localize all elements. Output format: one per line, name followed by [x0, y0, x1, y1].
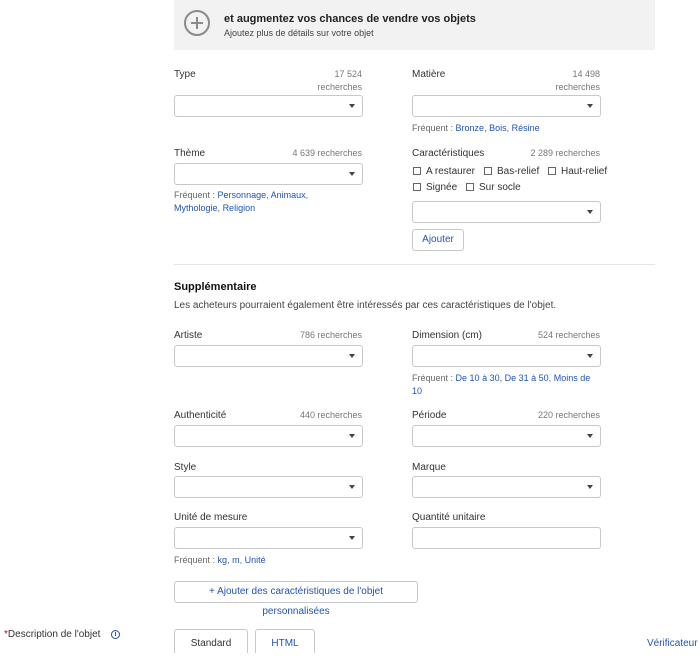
section-divider	[174, 264, 655, 265]
freq-link-resine[interactable]: Résine	[512, 123, 540, 133]
freq-link-bois[interactable]: Bois	[489, 123, 507, 133]
style-label: Style	[174, 462, 197, 473]
dimension-select[interactable]	[412, 345, 601, 367]
supplementaire-title: Supplémentaire	[174, 281, 257, 293]
caracteristiques-select[interactable]	[412, 201, 601, 223]
chevron-down-icon	[587, 434, 593, 438]
type-label: Type	[174, 69, 196, 80]
dimension-count: 524 recherches	[537, 330, 600, 340]
artiste-label: Artiste	[174, 330, 203, 341]
verificateur-link[interactable]: Vérificateur d	[647, 638, 700, 649]
freq-link-animaux[interactable]: Animaux	[271, 190, 306, 200]
supplementaire-description: Les acheteurs pourraient également être …	[174, 300, 557, 311]
freq-link-bronze[interactable]: Bronze	[456, 123, 485, 133]
authenticite-select[interactable]	[174, 425, 363, 447]
checkbox-sur-socle[interactable]	[466, 183, 474, 191]
freq-link-m[interactable]: m	[232, 555, 240, 565]
type-count: 17 524 recherches	[317, 69, 362, 92]
checkbox-signee[interactable]	[413, 183, 421, 191]
theme-label: Thème	[174, 148, 206, 159]
chevron-down-icon	[349, 536, 355, 540]
tab-html[interactable]: HTML	[255, 629, 315, 653]
type-select[interactable]	[174, 95, 363, 117]
caracteristiques-count: 2 289 recherches	[530, 148, 600, 158]
theme-frequent: Fréquent : Personnage, Animaux, Mytholog…	[174, 190, 309, 213]
authenticite-count: 440 recherches	[299, 410, 362, 420]
matiere-label: Matière	[412, 69, 446, 80]
info-icon[interactable]: i	[111, 630, 120, 639]
checkbox-label: A restaurer	[426, 166, 475, 177]
caracteristiques-label: Caractéristiques	[412, 148, 485, 159]
banner-subtitle: Ajoutez plus de détails sur votre objet	[224, 28, 374, 38]
checkbox-bas-relief[interactable]	[484, 167, 492, 175]
dimension-label: Dimension (cm)	[412, 330, 483, 341]
periode-select[interactable]	[412, 425, 601, 447]
freq-link-personnage[interactable]: Personnage	[218, 190, 267, 200]
periode-count: 220 recherches	[537, 410, 600, 420]
theme-select[interactable]	[174, 163, 363, 185]
chevron-down-icon	[349, 104, 355, 108]
chevron-down-icon	[587, 485, 593, 489]
chevron-down-icon	[587, 104, 593, 108]
description-label: *Description de l'objet	[4, 629, 101, 640]
chevron-down-icon	[349, 172, 355, 176]
freq-link-mythologie[interactable]: Mythologie	[174, 203, 218, 213]
checkbox-label: Sur socle	[479, 182, 521, 193]
details-banner	[174, 0, 655, 50]
checkbox-label: Bas-relief	[497, 166, 540, 177]
ajouter-button[interactable]: Ajouter	[412, 229, 464, 251]
chevron-down-icon	[587, 210, 593, 214]
matiere-select[interactable]	[412, 95, 601, 117]
banner-title: et augmentez vos chances de vendre vos o…	[224, 13, 476, 25]
checkbox-haut-relief[interactable]	[548, 167, 556, 175]
unite-label: Unité de mesure	[174, 512, 248, 523]
quantite-input[interactable]	[412, 527, 601, 549]
marque-label: Marque	[412, 462, 446, 473]
chevron-down-icon	[349, 354, 355, 358]
freq-link-10-30[interactable]: De 10 à 30	[456, 373, 500, 383]
matiere-frequent: Fréquent : Bronze, Bois, Résine	[412, 123, 540, 133]
tab-standard[interactable]: Standard	[174, 629, 248, 653]
unite-select[interactable]	[174, 527, 363, 549]
plus-circle-icon[interactable]	[184, 10, 210, 36]
style-select[interactable]	[174, 476, 363, 498]
checkbox-label: Haut-relief	[561, 166, 608, 177]
quantite-label: Quantité unitaire	[412, 512, 486, 523]
theme-count: 4 639 recherches	[292, 148, 362, 158]
checkbox-label: Signée	[426, 182, 458, 193]
periode-label: Période	[412, 410, 447, 421]
dimension-frequent: Fréquent : De 10 à 30, De 31 à 50, Moins…	[412, 373, 591, 396]
unite-frequent: Fréquent : kg, m, Unité	[174, 555, 266, 565]
add-custom-characteristics-button[interactable]: + Ajouter des caractéristiques de l'obje…	[174, 581, 418, 617]
freq-link-unite[interactable]: Unité	[245, 555, 266, 565]
artiste-count: 786 recherches	[299, 330, 362, 340]
matiere-count: 14 498 recherches	[555, 69, 600, 92]
chevron-down-icon	[587, 354, 593, 358]
freq-link-kg[interactable]: kg	[218, 555, 228, 565]
freq-link-31-50[interactable]: De 31 à 50	[505, 373, 549, 383]
checkbox-a-restaurer[interactable]	[413, 167, 421, 175]
chevron-down-icon	[349, 485, 355, 489]
freq-link-religion[interactable]: Religion	[223, 203, 256, 213]
artiste-select[interactable]	[174, 345, 363, 367]
chevron-down-icon	[349, 434, 355, 438]
authenticite-label: Authenticité	[174, 410, 227, 421]
marque-select[interactable]	[412, 476, 601, 498]
